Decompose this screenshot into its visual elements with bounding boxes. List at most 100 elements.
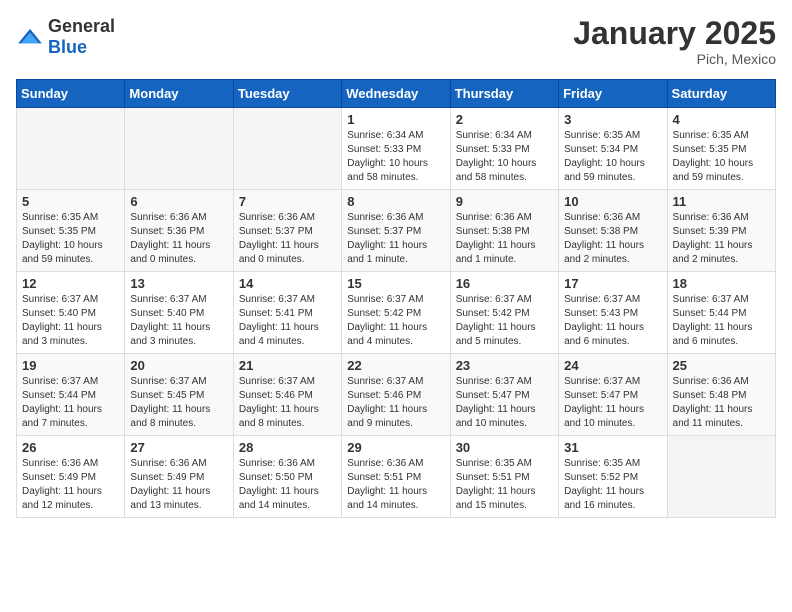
calendar-cell: 18 Sunrise: 6:37 AM Sunset: 5:44 PM Dayli… — [667, 272, 775, 354]
calendar-cell: 20Sunrise: 6:37 AM Sunset: 5:45 PM Dayli… — [125, 354, 233, 436]
day-info: Sunrise: 6:37 AM Sunset: 5:43 PM Dayligh… — [564, 293, 661, 349]
day-number: 23 — [456, 358, 553, 373]
calendar-cell: 10Sunrise: 6:36 AM Sunset: 5:38 PM Dayli… — [559, 190, 667, 272]
day-number: 16 — [456, 276, 553, 291]
day-number: 8 — [347, 194, 444, 209]
logo-blue: Blue — [48, 37, 87, 57]
weekday-header-tuesday: Tuesday — [233, 80, 341, 108]
day-number: 15 — [347, 276, 444, 291]
calendar-cell: 27 Sunrise: 6:36 AM Sunset: 5:49 PM Dayli… — [125, 436, 233, 518]
day-info: Sunrise: 6:35 AM Sunset: 5:34 PM Dayligh… — [564, 129, 661, 185]
day-number: 3 — [564, 112, 661, 127]
calendar-cell: 29 Sunrise: 6:36 AM Sunset: 5:51 PM Dayli… — [342, 436, 450, 518]
calendar-cell: 31Sunrise: 6:35 AM Sunset: 5:52 PM Dayli… — [559, 436, 667, 518]
calendar-cell — [233, 108, 341, 190]
day-info: Sunrise: 6:36 AM Sunset: 5:50 PM Dayligh… — [239, 457, 336, 513]
day-info: Sunrise: 6:37 AM Sunset: 5:47 PM Dayligh… — [456, 375, 553, 431]
calendar-cell: 4 Sunrise: 6:35 AM Sunset: 5:35 PM Daylig… — [667, 108, 775, 190]
day-number: 21 — [239, 358, 336, 373]
calendar-cell: 14 Sunrise: 6:37 AM Sunset: 5:41 PM Dayli… — [233, 272, 341, 354]
month-year-title: January 2025 — [573, 16, 776, 51]
day-number: 12 — [22, 276, 119, 291]
day-info: Sunrise: 6:36 AM Sunset: 5:51 PM Dayligh… — [347, 457, 444, 513]
calendar-cell: 3 Sunrise: 6:35 AM Sunset: 5:34 PM Daylig… — [559, 108, 667, 190]
calendar-cell: 6 Sunrise: 6:36 AM Sunset: 5:36 PM Daylig… — [125, 190, 233, 272]
day-info: Sunrise: 6:34 AM Sunset: 5:33 PM Dayligh… — [456, 129, 553, 185]
calendar-cell: 17Sunrise: 6:37 AM Sunset: 5:43 PM Dayli… — [559, 272, 667, 354]
day-number: 18 — [673, 276, 770, 291]
calendar-table: SundayMondayTuesdayWednesdayThursdayFrid… — [16, 79, 776, 518]
day-info: Sunrise: 6:34 AM Sunset: 5:33 PM Dayligh… — [347, 129, 444, 185]
day-number: 19 — [22, 358, 119, 373]
calendar-cell — [667, 436, 775, 518]
day-info: Sunrise: 6:36 AM Sunset: 5:36 PM Dayligh… — [130, 211, 227, 267]
calendar-cell: 15Sunrise: 6:37 AM Sunset: 5:42 PM Dayli… — [342, 272, 450, 354]
logo-general: General — [48, 16, 115, 36]
calendar-cell: 28 Sunrise: 6:36 AM Sunset: 5:50 PM Dayli… — [233, 436, 341, 518]
calendar-cell: 2Sunrise: 6:34 AM Sunset: 5:33 PM Daylig… — [450, 108, 558, 190]
weekday-header-wednesday: Wednesday — [342, 80, 450, 108]
calendar-cell: 21Sunrise: 6:37 AM Sunset: 5:46 PM Dayli… — [233, 354, 341, 436]
day-info: Sunrise: 6:37 AM Sunset: 5:44 PM Dayligh… — [673, 293, 770, 349]
day-info: Sunrise: 6:36 AM Sunset: 5:49 PM Dayligh… — [22, 457, 119, 513]
day-info: Sunrise: 6:37 AM Sunset: 5:41 PM Dayligh… — [239, 293, 336, 349]
logo-icon — [16, 27, 44, 47]
day-info: Sunrise: 6:36 AM Sunset: 5:39 PM Dayligh… — [673, 211, 770, 267]
day-number: 25 — [673, 358, 770, 373]
calendar-cell: 11 Sunrise: 6:36 AM Sunset: 5:39 PM Dayli… — [667, 190, 775, 272]
calendar-cell: 25 Sunrise: 6:36 AM Sunset: 5:48 PM Dayli… — [667, 354, 775, 436]
day-info: Sunrise: 6:37 AM Sunset: 5:40 PM Dayligh… — [130, 293, 227, 349]
page-header: General Blue January 2025 Pich, Mexico — [16, 16, 776, 67]
day-number: 13 — [130, 276, 227, 291]
weekday-header-saturday: Saturday — [667, 80, 775, 108]
day-number: 27 — [130, 440, 227, 455]
calendar-cell: 22Sunrise: 6:37 AM Sunset: 5:46 PM Dayli… — [342, 354, 450, 436]
location-subtitle: Pich, Mexico — [573, 51, 776, 67]
day-number: 11 — [673, 194, 770, 209]
calendar-cell: 8 Sunrise: 6:36 AM Sunset: 5:37 PM Daylig… — [342, 190, 450, 272]
weekday-header-friday: Friday — [559, 80, 667, 108]
day-number: 14 — [239, 276, 336, 291]
day-info: Sunrise: 6:36 AM Sunset: 5:38 PM Dayligh… — [456, 211, 553, 267]
day-info: Sunrise: 6:37 AM Sunset: 5:40 PM Dayligh… — [22, 293, 119, 349]
day-number: 4 — [673, 112, 770, 127]
calendar-cell: 26 Sunrise: 6:36 AM Sunset: 5:49 PM Dayli… — [17, 436, 125, 518]
day-info: Sunrise: 6:37 AM Sunset: 5:44 PM Dayligh… — [22, 375, 119, 431]
calendar-cell — [125, 108, 233, 190]
day-number: 28 — [239, 440, 336, 455]
calendar-cell: 13 Sunrise: 6:37 AM Sunset: 5:40 PM Dayli… — [125, 272, 233, 354]
logo-text: General Blue — [48, 16, 115, 58]
weekday-header-sunday: Sunday — [17, 80, 125, 108]
day-info: Sunrise: 6:35 AM Sunset: 5:35 PM Dayligh… — [22, 211, 119, 267]
day-info: Sunrise: 6:35 AM Sunset: 5:51 PM Dayligh… — [456, 457, 553, 513]
calendar-week-3: 12 Sunrise: 6:37 AM Sunset: 5:40 PM Dayli… — [17, 272, 776, 354]
day-number: 10 — [564, 194, 661, 209]
calendar-week-1: 1Sunrise: 6:34 AM Sunset: 5:33 PM Daylig… — [17, 108, 776, 190]
day-info: Sunrise: 6:35 AM Sunset: 5:52 PM Dayligh… — [564, 457, 661, 513]
calendar-cell: 7 Sunrise: 6:36 AM Sunset: 5:37 PM Daylig… — [233, 190, 341, 272]
day-number: 9 — [456, 194, 553, 209]
day-info: Sunrise: 6:36 AM Sunset: 5:37 PM Dayligh… — [239, 211, 336, 267]
title-block: January 2025 Pich, Mexico — [573, 16, 776, 67]
day-info: Sunrise: 6:36 AM Sunset: 5:49 PM Dayligh… — [130, 457, 227, 513]
weekday-header-thursday: Thursday — [450, 80, 558, 108]
calendar-cell: 16 Sunrise: 6:37 AM Sunset: 5:42 PM Dayli… — [450, 272, 558, 354]
calendar-cell: 23 Sunrise: 6:37 AM Sunset: 5:47 PM Dayli… — [450, 354, 558, 436]
day-info: Sunrise: 6:37 AM Sunset: 5:46 PM Dayligh… — [347, 375, 444, 431]
calendar-cell: 1Sunrise: 6:34 AM Sunset: 5:33 PM Daylig… — [342, 108, 450, 190]
calendar-cell: 30Sunrise: 6:35 AM Sunset: 5:51 PM Dayli… — [450, 436, 558, 518]
day-info: Sunrise: 6:37 AM Sunset: 5:42 PM Dayligh… — [456, 293, 553, 349]
calendar-week-2: 5Sunrise: 6:35 AM Sunset: 5:35 PM Daylig… — [17, 190, 776, 272]
calendar-week-5: 26 Sunrise: 6:36 AM Sunset: 5:49 PM Dayli… — [17, 436, 776, 518]
day-number: 6 — [130, 194, 227, 209]
day-info: Sunrise: 6:36 AM Sunset: 5:48 PM Dayligh… — [673, 375, 770, 431]
day-info: Sunrise: 6:35 AM Sunset: 5:35 PM Dayligh… — [673, 129, 770, 185]
day-number: 7 — [239, 194, 336, 209]
calendar-cell: 19 Sunrise: 6:37 AM Sunset: 5:44 PM Dayli… — [17, 354, 125, 436]
day-info: Sunrise: 6:36 AM Sunset: 5:37 PM Dayligh… — [347, 211, 444, 267]
day-number: 29 — [347, 440, 444, 455]
day-number: 26 — [22, 440, 119, 455]
calendar-cell: 5Sunrise: 6:35 AM Sunset: 5:35 PM Daylig… — [17, 190, 125, 272]
calendar-cell: 24Sunrise: 6:37 AM Sunset: 5:47 PM Dayli… — [559, 354, 667, 436]
calendar-week-4: 19 Sunrise: 6:37 AM Sunset: 5:44 PM Dayli… — [17, 354, 776, 436]
